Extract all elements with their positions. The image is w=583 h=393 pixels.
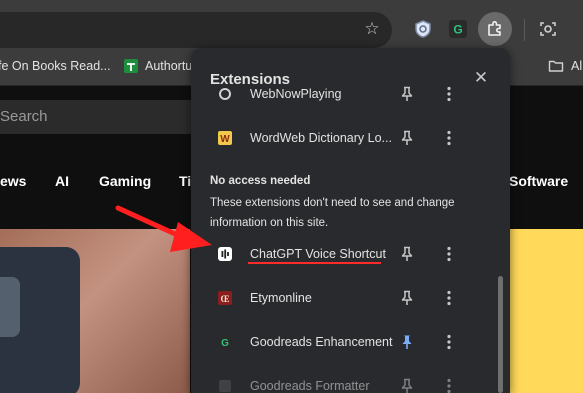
nav-software[interactable]: Software — [509, 173, 568, 189]
bookmark-folder[interactable]: Al — [571, 59, 582, 73]
section-description: These extensions don't need to see and c… — [210, 197, 455, 229]
pin-icon[interactable] — [398, 85, 416, 103]
extension-item-wordweb[interactable]: W WordWeb Dictionary Lo... — [191, 116, 491, 160]
more-options-icon[interactable] — [440, 129, 458, 147]
sheets-icon — [124, 59, 138, 73]
screen-capture-icon[interactable] — [538, 19, 558, 39]
extension-name: WordWeb Dictionary Lo... — [250, 131, 392, 145]
more-options-icon[interactable] — [440, 245, 458, 263]
extension-item-goodreads-enhancement[interactable]: G Goodreads Enhancement — [191, 320, 491, 364]
more-options-icon[interactable] — [440, 85, 458, 103]
more-options-icon[interactable] — [440, 289, 458, 307]
grammar-extension-icon[interactable]: G — [448, 19, 468, 39]
shield-extension-icon[interactable] — [413, 19, 433, 39]
annotation-arrow — [115, 205, 212, 252]
pin-icon[interactable] — [398, 129, 416, 147]
extensions-popup: Extensions ✕ WebNowPlaying W WordWeb Dic… — [191, 48, 510, 393]
puzzle-icon — [488, 21, 501, 36]
popup-scrollbar[interactable] — [498, 276, 503, 393]
extension-item-chatgpt-voice-shortcut[interactable]: ChatGPT Voice Shortcut — [191, 232, 491, 276]
bookmark-books[interactable]: fe On Books Read... — [0, 59, 111, 73]
extension-name: Goodreads Enhancement — [250, 335, 393, 349]
site-search-placeholder: Search — [0, 108, 48, 125]
extension-item-webnowplaying[interactable]: WebNowPlaying — [191, 72, 491, 116]
toolbar-separator — [524, 19, 525, 41]
bookmark-authortu[interactable]: Authortu — [145, 59, 192, 73]
pin-icon[interactable] — [398, 289, 416, 307]
extension-name: Etymonline — [250, 291, 312, 305]
webnowplaying-icon — [219, 88, 231, 100]
wordweb-icon: W — [218, 131, 232, 145]
goodreads-enhancement-icon: G — [218, 335, 232, 349]
nav-ai[interactable]: AI — [55, 173, 69, 189]
nav-gaming[interactable]: Gaming — [99, 173, 151, 189]
extension-name: WebNowPlaying — [250, 87, 342, 101]
nav-news[interactable]: ews — [0, 173, 26, 189]
section-label: No access needed — [210, 175, 311, 187]
camera-shape — [0, 247, 80, 393]
browser-toolbar: ☆ G — [0, 0, 583, 48]
pin-icon[interactable] — [398, 245, 416, 263]
etymonline-icon: Œ — [218, 291, 232, 305]
hero-image-right[interactable] — [510, 229, 583, 393]
extension-name: Goodreads Formatter — [250, 379, 370, 393]
nav-tech[interactable]: Ti — [179, 173, 191, 189]
svg-text:W: W — [220, 134, 230, 145]
extension-item-goodreads-formatter[interactable]: Goodreads Formatter — [191, 364, 491, 393]
star-icon[interactable]: ☆ — [362, 19, 382, 39]
highlight-underline — [248, 262, 381, 264]
more-options-icon[interactable] — [440, 333, 458, 351]
goodreads-formatter-icon — [219, 380, 231, 392]
svg-text:Œ: Œ — [221, 294, 230, 304]
more-options-icon[interactable] — [440, 377, 458, 393]
folder-icon — [548, 60, 564, 72]
svg-text:G: G — [453, 23, 462, 37]
svg-text:G: G — [221, 338, 229, 349]
extension-item-etymonline[interactable]: Œ Etymonline — [191, 276, 491, 320]
pin-icon[interactable] — [398, 377, 416, 393]
pinned-icon[interactable] — [398, 333, 416, 351]
extensions-button[interactable] — [478, 12, 512, 46]
extension-name: ChatGPT Voice Shortcut — [250, 247, 386, 261]
address-bar[interactable] — [0, 12, 392, 48]
